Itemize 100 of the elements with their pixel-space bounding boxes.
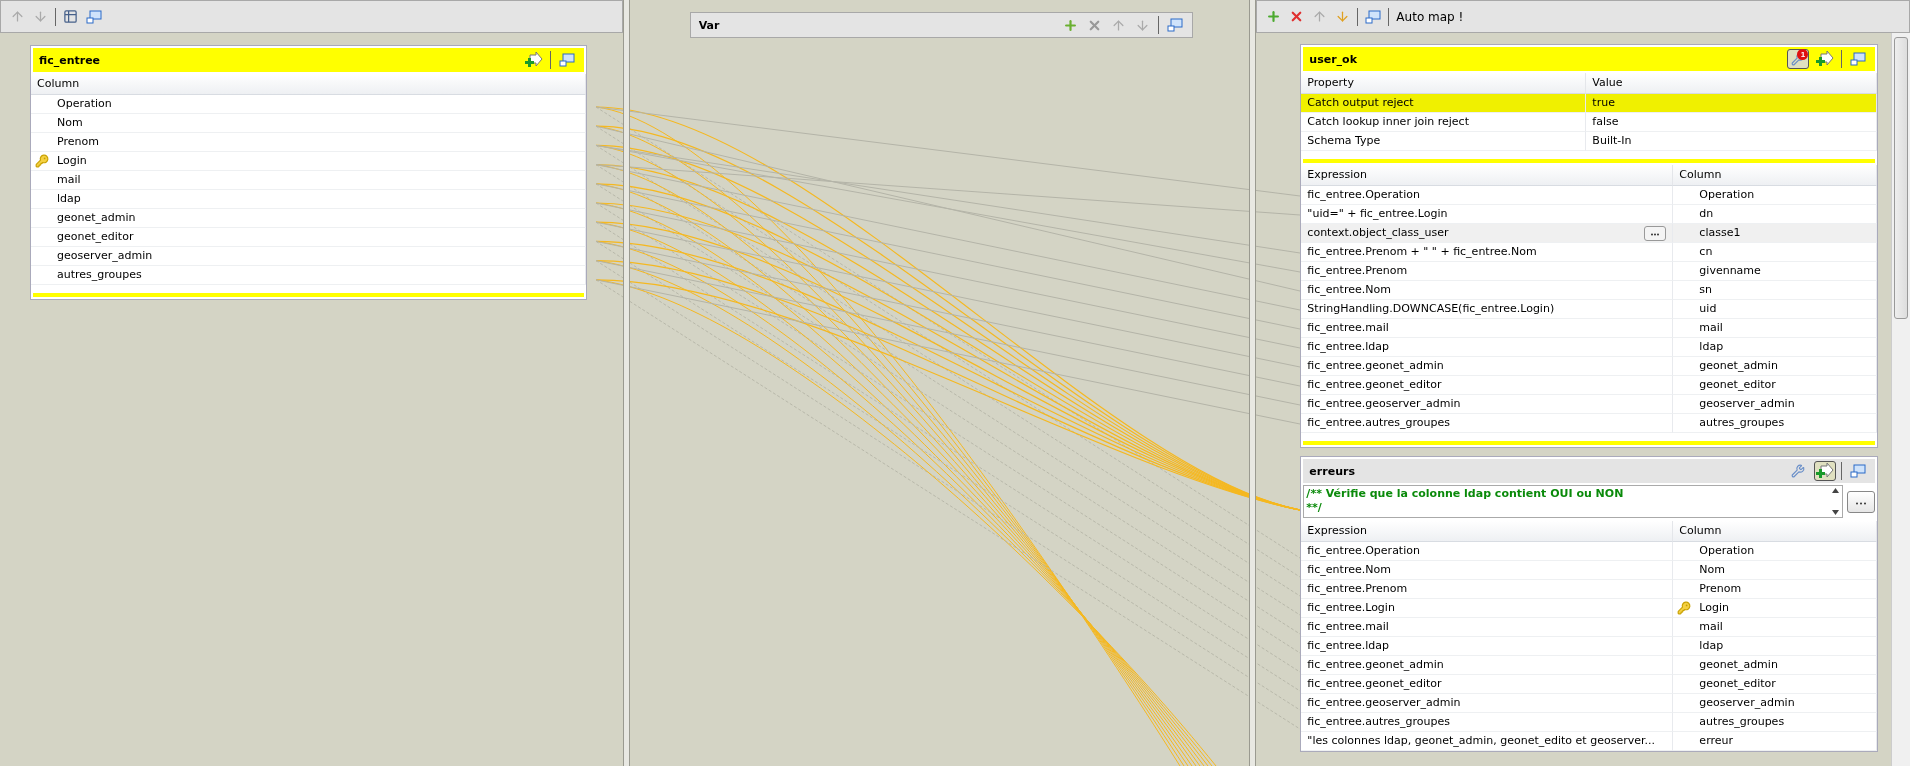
expression-cell[interactable]: fic_entree.geoserver_admin [1301, 694, 1674, 713]
column-cell[interactable]: mail [31, 171, 586, 190]
expression-builder-button[interactable] [1644, 225, 1667, 241]
scroll-up-icon[interactable] [1831, 488, 1839, 493]
column-cell[interactable]: Operation [1673, 186, 1878, 205]
column-cell[interactable]: ldap [1673, 338, 1878, 357]
expression-cell[interactable]: fic_entree.Nom [1301, 281, 1674, 300]
column-cell[interactable]: cn [1673, 243, 1878, 262]
column-cell[interactable]: geoserver_admin [31, 247, 586, 266]
column-cell[interactable]: geonet_editor [1673, 675, 1878, 694]
column-cell[interactable]: Prenom [1673, 580, 1878, 599]
expression-cell[interactable]: "uid=" + fic_entree.Login [1301, 205, 1674, 224]
ellipsis-icon [1650, 233, 1661, 236]
expression-cell[interactable]: fic_entree.mail [1301, 618, 1674, 637]
column-cell[interactable]: Operation [1673, 542, 1878, 561]
column-cell[interactable]: Nom [31, 114, 586, 133]
expression-cell[interactable]: fic_entree.Login [1301, 599, 1674, 618]
reject-toggle-button[interactable] [1814, 461, 1837, 481]
panel-splitter[interactable] [1249, 0, 1257, 766]
column-cell[interactable]: mail [1673, 319, 1878, 338]
column-cell[interactable]: geonet_admin [1673, 656, 1878, 675]
column-cell[interactable]: erreur [1673, 732, 1878, 751]
expression-cell[interactable]: StringHandling.DOWNCASE(fic_entree.Login) [1301, 300, 1674, 319]
column-cell[interactable]: geoserver_admin [1673, 395, 1878, 414]
column-cell[interactable]: autres_groupes [31, 266, 586, 285]
expression-cell[interactable]: "les colonnes ldap, geonet_admin, geonet_edito et geoserver... [1301, 732, 1674, 751]
expression-cell[interactable]: fic_entree.ldap [1301, 637, 1674, 656]
column-cell[interactable]: geonet_admin [1673, 357, 1878, 376]
expression-cell[interactable]: fic_entree.geonet_admin [1301, 357, 1674, 376]
expression-cell[interactable]: fic_entree.geonet_admin [1301, 656, 1674, 675]
expression-cell[interactable]: fic_entree.Operation [1301, 186, 1674, 205]
expression-cell[interactable]: context.object_class_user [1301, 224, 1674, 243]
window-icon [86, 9, 102, 24]
minimize-button[interactable] [1165, 17, 1184, 33]
column-cell[interactable]: dn [1673, 205, 1878, 224]
column-cell[interactable]: Operation [31, 95, 586, 114]
window-icon [1365, 9, 1382, 24]
filter-button[interactable]: 1 [1787, 49, 1810, 69]
column-header: Property [1301, 73, 1587, 94]
filter-count-badge: 1 [1797, 49, 1809, 60]
filter-expression-line: **/ [1306, 501, 1323, 515]
expression-cell[interactable]: fic_entree.geoserver_admin [1301, 395, 1674, 414]
add-arrow-icon [525, 52, 543, 68]
panel-splitter[interactable] [622, 0, 630, 766]
column-header: Column [31, 74, 586, 95]
column-cell[interactable]: givenname [1673, 262, 1878, 281]
column-header: Column [1673, 165, 1878, 186]
expression-builder-button[interactable] [1847, 490, 1876, 513]
minimize-all-button[interactable] [85, 8, 103, 25]
filter-expression-line: /** Vérifie que la colonne ldap contient OUI ou NON [1306, 487, 1625, 501]
expression-cell[interactable]: fic_entree.Nom [1301, 561, 1674, 580]
expression-cell[interactable]: fic_entree.mail [1301, 319, 1674, 338]
table-title: user_ok [1309, 52, 1358, 66]
expression-cell[interactable]: fic_entree.autres_groupes [1301, 713, 1674, 732]
column-cell[interactable]: ldap [31, 190, 586, 209]
column-cell[interactable]: Nom [1673, 561, 1878, 580]
column-cell[interactable]: classe1 [1673, 224, 1878, 243]
column-cell[interactable]: geoserver_admin [1673, 694, 1878, 713]
minimize-button[interactable] [556, 50, 578, 70]
column-cell[interactable]: geonet_editor [31, 228, 586, 247]
window-icon [1850, 52, 1867, 66]
window-icon [1850, 464, 1867, 478]
column-cell[interactable]: geonet_admin [31, 209, 586, 228]
scroll-down-icon[interactable] [1831, 510, 1839, 515]
expression-cell[interactable]: fic_entree.Operation [1301, 542, 1674, 561]
move-down-button[interactable] [32, 8, 49, 25]
column-header: Value [1586, 73, 1878, 94]
column-cell[interactable]: Prenom [31, 133, 586, 152]
column-cell[interactable]: Login [1673, 599, 1878, 618]
add-arrow-icon [1816, 463, 1835, 479]
property-cell[interactable]: Catch output reject [1301, 94, 1587, 113]
column-cell[interactable]: geonet_editor [1673, 376, 1878, 395]
column-cell[interactable]: autres_groupes [1673, 713, 1878, 732]
property-cell[interactable]: Schema Type [1301, 132, 1587, 151]
column-cell[interactable]: autres_groupes [1673, 414, 1878, 433]
minimize-all-button[interactable] [1364, 8, 1383, 25]
value-cell[interactable]: true [1586, 94, 1878, 113]
expression-cell[interactable]: fic_entree.Prenom [1301, 262, 1674, 281]
expression-cell[interactable]: fic_entree.Prenom [1301, 580, 1674, 599]
expression-cell[interactable]: fic_entree.autres_groupes [1301, 414, 1674, 433]
expression-cell[interactable]: fic_entree.geonet_editor [1301, 675, 1674, 694]
add-column-button[interactable] [523, 50, 545, 70]
column-cell[interactable]: Login [31, 152, 586, 171]
value-cell[interactable]: false [1586, 113, 1878, 132]
expression-cell[interactable]: fic_entree.geonet_editor [1301, 376, 1674, 395]
property-cell[interactable]: Catch lookup inner join reject [1301, 113, 1587, 132]
table-title: fic_entree [39, 53, 102, 67]
filter-expression-field[interactable]: /** Vérifie que la colonne ldap contient OUI ou NON **/ [1303, 485, 1844, 518]
column-cell[interactable]: sn [1673, 281, 1878, 300]
column-cell[interactable]: mail [1673, 618, 1878, 637]
auto-map-button[interactable]: Auto map ! [1395, 8, 1465, 25]
column-cell[interactable]: ldap [1673, 637, 1878, 656]
expression-cell[interactable]: fic_entree.ldap [1301, 338, 1674, 357]
vertical-scrollbar[interactable] [1891, 33, 1910, 766]
expression-cell[interactable]: fic_entree.Prenom + " " + fic_entree.Nom [1301, 243, 1674, 262]
column-cell[interactable]: uid [1673, 300, 1878, 319]
wrench-icon [1791, 464, 1806, 478]
value-cell[interactable]: Built-In [1586, 132, 1878, 151]
move-up-button[interactable] [9, 8, 26, 25]
table-view-button[interactable] [62, 8, 79, 25]
